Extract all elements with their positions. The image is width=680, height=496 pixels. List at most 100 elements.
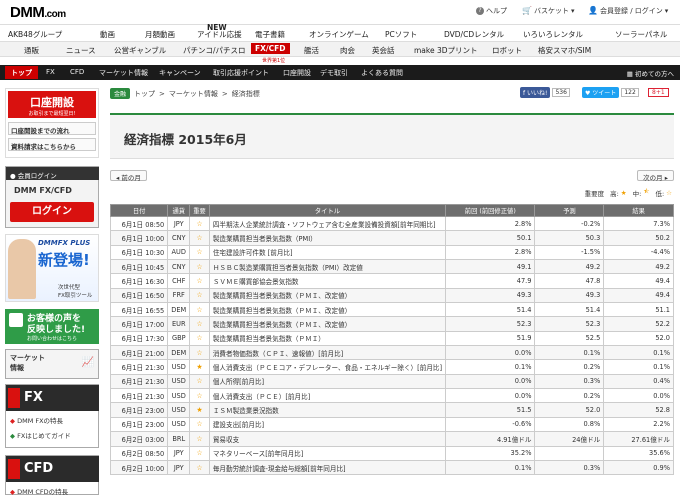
service-nikukai[interactable]: 肉会 <box>340 45 355 56</box>
voice-icon <box>9 313 23 327</box>
cell-currency: USD <box>167 416 191 433</box>
nav-open-account[interactable]: 口座開設 <box>283 68 311 78</box>
cfd-header[interactable]: CFD <box>6 456 99 482</box>
cell-title[interactable]: ＳＶＭＥ購買部協会景気指数 <box>208 273 447 289</box>
nav-cfd[interactable]: CFD <box>70 68 84 76</box>
cell-title[interactable]: 個人所得[前月比] <box>208 373 447 390</box>
cell-title[interactable]: 毎月勤労統計調査-現金給与総額[前年同月比] <box>208 459 447 476</box>
service-kankatsu[interactable]: 艦活 <box>304 45 319 56</box>
service-pc-soft[interactable]: PCソフト <box>385 29 417 40</box>
chevron-right-icon: ▸ <box>662 174 668 182</box>
cell-title[interactable]: 住宅建設許可件数 [前月比] <box>208 244 447 261</box>
cell-title[interactable]: 四半期法人企業統計調査・ソフトウェア含む全産業設備投資額[前年同期比] <box>208 215 447 232</box>
col-title[interactable]: タイトル <box>208 204 447 217</box>
fx-features-link[interactable]: ◆ DMM FXの特長 <box>10 415 63 425</box>
col-result[interactable]: 結果 <box>603 204 674 217</box>
cell-currency: JPY <box>167 445 191 461</box>
service-gamble[interactable]: 公営ギャンブル <box>114 45 166 56</box>
star-outline-icon: ☆ <box>196 420 203 429</box>
nav-points[interactable]: 取引応援ポイント <box>213 68 269 78</box>
cell-title[interactable]: 建設支出[前月比] <box>208 416 447 433</box>
service-rental[interactable]: いろいろレンタル <box>523 29 583 40</box>
crumb-top[interactable]: トップ <box>134 89 155 99</box>
tweet[interactable]: ♥ ツイート 122 <box>582 87 639 98</box>
cell-title[interactable]: 製造業購買担当者景気指数（ＰＭＩ） <box>208 330 447 347</box>
fx-guide-link[interactable]: ◆ FXはじめてガイド <box>10 430 71 440</box>
table-row: 6月1日 16:30 CHF ☆ ＳＶＭＥ購買部協会景気指数 47.9 47.8 49.4 <box>109 273 674 289</box>
market-info-banner[interactable]: マーケット 情報 📈 <box>5 349 99 379</box>
service-news[interactable]: ニュース <box>66 45 96 56</box>
next-month-button[interactable]: 次の月 ▸ <box>637 170 674 182</box>
promo-banner[interactable]: DMMFX PLUS 新登場! 次世代型 FX取引ツール <box>5 234 99 302</box>
request-docs-link[interactable]: 資料請求はこちらから <box>8 138 96 151</box>
service-ebooks[interactable]: 電子書籍 <box>255 29 285 40</box>
cell-importance: ☆ <box>189 373 210 390</box>
nav-top[interactable]: トップ <box>5 66 38 79</box>
table-row: 6月1日 17:00 EUR ☆ 製造業購買担当者景気指数（ＰＭＩ、改定値） 52.3 5… <box>109 316 674 332</box>
cell-date: 6月1日 23:00 <box>109 416 169 433</box>
service-robot[interactable]: ロボット <box>492 45 522 56</box>
dmm-logo[interactable]: DMM.com <box>10 4 66 21</box>
cfd-features-link[interactable]: ◆ DMM CFDの特長 <box>10 486 68 496</box>
cell-title[interactable]: ＨＳＢＣ製造業購買担当者景気指数（PMI）改定値 <box>208 259 447 275</box>
service-english[interactable]: 英会話 <box>372 45 395 56</box>
col-importance[interactable]: 重要 <box>189 204 210 217</box>
customer-voice-banner[interactable]: お客様の声を 反映しました! お問い合わせはこちら <box>5 309 99 344</box>
service-akb48[interactable]: AKB48グループ <box>8 29 62 40</box>
service-3dprint[interactable]: make 3Dプリント <box>414 45 478 56</box>
col-currency[interactable]: 通貨 <box>167 204 191 217</box>
cell-title[interactable]: 製造業購買担当者景気指数（ＰＭＩ、改定値） <box>208 302 447 318</box>
nav-market[interactable]: マーケット情報 <box>99 68 148 78</box>
cell-importance: ☆ <box>189 459 210 476</box>
cell-title[interactable]: 個人消費支出（ＰＣＥ）[前月比] <box>208 388 447 404</box>
cell-result: 0.1% <box>603 359 674 375</box>
star-outline-icon: ☆ <box>196 219 203 228</box>
cell-title[interactable]: 個人消費支出（ＰＣＥコア・デフレーター、食品・エネルギー除く）[前月比] <box>208 359 447 375</box>
nav-demo[interactable]: デモ取引 <box>320 68 348 78</box>
service-shopping[interactable]: 通販 <box>24 45 39 56</box>
service-solar[interactable]: ソーラーパネル <box>615 29 667 40</box>
open-account-button[interactable]: 口座開設 お取引まで最短翌日! <box>8 91 96 118</box>
cell-title[interactable]: 製造業購買担当者景気指数（ＰＭＩ、改定値） <box>208 316 447 332</box>
login-button[interactable]: ログイン <box>10 202 94 222</box>
prev-month-button[interactable]: ◂ 前の月 <box>110 170 147 182</box>
cell-currency: JPY <box>167 215 191 232</box>
nav-campaign[interactable]: キャンペーン <box>159 68 201 78</box>
col-previous[interactable]: 前回 (前回修正値) <box>445 204 536 217</box>
cell-forecast: -0.2% <box>534 215 605 232</box>
account-flow-link[interactable]: 口座開設までの流れ <box>8 122 96 135</box>
gplus[interactable]: 8+1 <box>648 87 669 98</box>
service-video[interactable]: 動画 <box>100 29 115 40</box>
cell-title[interactable]: マネタリーベース[前年同月比] <box>208 445 447 461</box>
service-sim[interactable]: 格安スマホ/SIM <box>538 45 591 56</box>
service-pachinko[interactable]: パチンコ/パチスロ <box>183 45 246 56</box>
cell-title[interactable]: 製造業購買担当者景気指数（ＰＭＩ、改定値） <box>208 287 447 304</box>
category-tag: 金融 <box>110 88 131 99</box>
cell-previous: 52.3 <box>445 316 536 332</box>
service-online-game[interactable]: オンラインゲーム <box>309 29 369 40</box>
nav-fx[interactable]: FX <box>46 68 55 76</box>
cell-title[interactable]: 貿易収支 <box>208 431 447 447</box>
help-link[interactable]: ? ヘルプ <box>476 4 507 17</box>
nav-faq[interactable]: よくある質問 <box>361 68 403 78</box>
basket-link[interactable]: 🛒 バスケット ▾ <box>522 4 574 17</box>
cell-importance: ☆ <box>189 345 210 361</box>
facebook-like[interactable]: f いいね! 536 <box>520 87 570 98</box>
like-button[interactable]: f いいね! <box>520 87 551 98</box>
cell-title[interactable]: 消費者物価指数（ＣＰＩ、速報値）[前月比] <box>208 345 447 361</box>
tweet-button[interactable]: ♥ ツイート <box>582 87 620 98</box>
service-monthly-video[interactable]: 月額動画 <box>145 29 175 40</box>
service-dvd-rental[interactable]: DVD/CDレンタル <box>444 29 504 40</box>
cell-forecast: 52.5 <box>534 330 605 347</box>
cell-result: 0.9% <box>603 459 674 476</box>
service-fxcfd[interactable]: FX/CFD <box>251 43 290 54</box>
gplus-button[interactable]: 8+1 <box>648 88 669 97</box>
cell-title[interactable]: ＩＳＭ製造業景況指数 <box>208 402 447 418</box>
cell-title[interactable]: 製造業購買担当者景気指数（PMI） <box>208 230 447 246</box>
login-link[interactable]: 👤 会員登録 / ログイン ▾ <box>588 4 668 17</box>
col-date[interactable]: 日付 <box>109 204 169 217</box>
col-forecast[interactable]: 予測 <box>534 204 605 217</box>
fx-header[interactable]: FX <box>6 385 99 411</box>
nav-first-time[interactable]: ▦ 初めての方へ <box>627 68 674 78</box>
crumb-market[interactable]: マーケット情報 <box>169 89 218 99</box>
